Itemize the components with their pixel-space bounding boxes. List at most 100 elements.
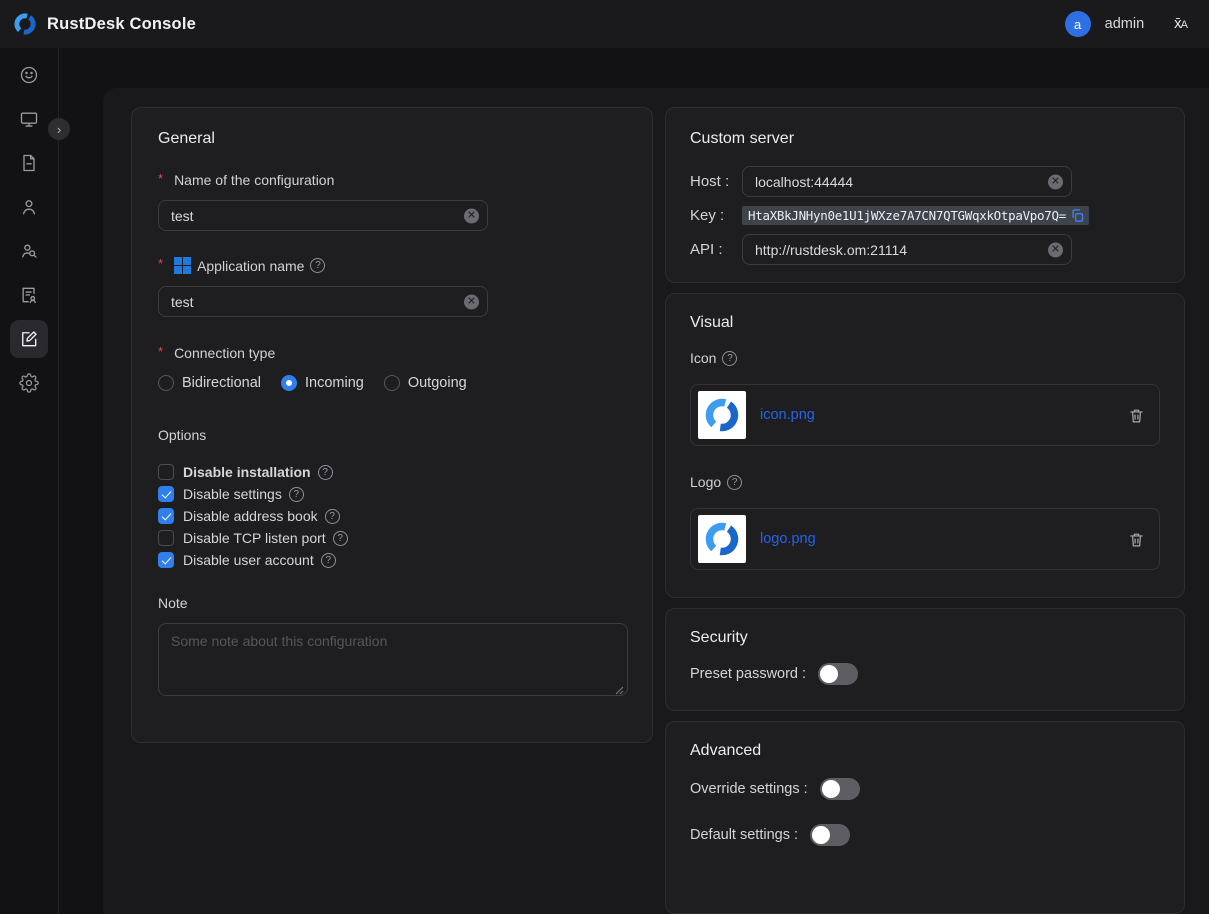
help-icon[interactable]: ?	[289, 487, 304, 502]
checkbox-box	[158, 464, 174, 480]
checkbox-disable-address-book[interactable]: Disable address book ?	[158, 505, 626, 527]
icon-label: Icon ?	[690, 350, 1160, 366]
help-icon[interactable]: ?	[318, 465, 333, 480]
translate-icon[interactable]: x̄A	[1174, 15, 1187, 33]
avatar[interactable]: a	[1065, 11, 1091, 37]
note-textarea[interactable]	[158, 623, 628, 696]
radio-circle	[281, 375, 297, 391]
trash-icon[interactable]	[1128, 531, 1145, 548]
rustdesk-logo	[12, 11, 38, 37]
help-icon[interactable]: ?	[727, 475, 742, 490]
key-value-chip: HtaXBkJNHyn0e1U1jWXze7A7CN7QTGWqxkOtpaVp…	[742, 206, 1089, 225]
clear-icon[interactable]: ✕	[1048, 242, 1063, 257]
help-icon[interactable]: ?	[325, 509, 340, 524]
application-name-input[interactable]	[158, 286, 488, 317]
clear-icon[interactable]: ✕	[464, 294, 479, 309]
clear-icon[interactable]: ✕	[464, 208, 479, 223]
application-name-label: Application name ?	[158, 257, 626, 274]
checkbox-box	[158, 486, 174, 502]
icon-file-link[interactable]: icon.png	[760, 407, 1114, 423]
sidebar-item-groups[interactable]	[10, 232, 48, 270]
advanced-card: Advanced Override settings : Default set…	[665, 721, 1185, 914]
radio-incoming[interactable]: Incoming	[281, 375, 364, 391]
checkbox-box	[158, 530, 174, 546]
config-name-label: Name of the configuration	[158, 172, 626, 188]
radio-circle	[158, 375, 174, 391]
sidebar-item-custom-clients[interactable]	[10, 320, 48, 358]
checkbox-disable-tcp-listen-port[interactable]: Disable TCP listen port ?	[158, 527, 626, 549]
copy-icon[interactable]	[1070, 208, 1085, 223]
visual-card: Visual Icon ? icon.png	[665, 293, 1185, 598]
sidebar-expand-button[interactable]: ›	[48, 118, 70, 140]
host-input[interactable]	[742, 166, 1072, 197]
override-settings-toggle[interactable]	[820, 778, 860, 800]
help-icon[interactable]: ?	[310, 258, 325, 273]
rustdesk-logo	[702, 395, 742, 435]
sidebar-item-settings[interactable]	[10, 364, 48, 402]
user-search-icon	[19, 241, 39, 261]
logo-upload-row: logo.png	[690, 508, 1160, 570]
sidebar-item-dashboard[interactable]	[10, 56, 48, 94]
checkbox-disable-installation[interactable]: Disable installation ?	[158, 461, 626, 483]
checkbox-disable-user-account[interactable]: Disable user account ?	[158, 549, 626, 571]
sidebar-item-users[interactable]	[10, 188, 48, 226]
security-card: Security Preset password :	[665, 608, 1185, 712]
windows-icon	[174, 257, 191, 274]
checkbox-box	[158, 552, 174, 568]
default-settings-toggle[interactable]	[810, 824, 850, 846]
clear-icon[interactable]: ✕	[1048, 174, 1063, 189]
sidebar-item-sessions[interactable]	[10, 144, 48, 182]
security-title: Security	[690, 629, 1160, 647]
checkbox-disable-settings[interactable]: Disable settings ?	[158, 483, 626, 505]
username[interactable]: admin	[1105, 16, 1145, 32]
options-label: Options	[158, 427, 626, 443]
key-label: Key :	[690, 207, 742, 224]
document-icon	[19, 153, 39, 173]
sidebar-item-audit[interactable]	[10, 276, 48, 314]
logo-label: Logo ?	[690, 474, 1160, 490]
monitor-icon	[19, 109, 39, 129]
connection-type-group: Bidirectional Incoming Outgoing	[158, 375, 626, 391]
app-header: RustDesk Console a admin x̄A	[0, 0, 1209, 48]
sidebar	[0, 48, 59, 914]
chevron-right-icon: ›	[57, 122, 61, 137]
checkbox-box	[158, 508, 174, 524]
advanced-title: Advanced	[690, 742, 1160, 760]
main-content: General Name of the configuration ✕ Appl…	[59, 48, 1209, 914]
help-icon[interactable]: ?	[722, 351, 737, 366]
icon-preview	[698, 391, 746, 439]
help-icon[interactable]: ?	[333, 531, 348, 546]
radio-circle	[384, 375, 400, 391]
radio-outgoing[interactable]: Outgoing	[384, 375, 467, 391]
user-icon	[19, 197, 39, 217]
api-input[interactable]	[742, 234, 1072, 265]
resize-grip-icon[interactable]	[615, 686, 624, 695]
general-title: General	[158, 130, 626, 148]
smiley-icon	[19, 65, 39, 85]
config-name-input[interactable]	[158, 200, 488, 231]
custom-server-card: Custom server Host : ✕ Key : HtaXBkJNHyn…	[665, 107, 1185, 283]
help-icon[interactable]: ?	[321, 553, 336, 568]
app-title: RustDesk Console	[47, 15, 196, 34]
icon-upload-row: icon.png	[690, 384, 1160, 446]
options-list: Disable installation ? Disable settings …	[158, 461, 626, 571]
custom-server-title: Custom server	[690, 130, 1160, 148]
gear-icon	[19, 373, 39, 393]
key-value: HtaXBkJNHyn0e1U1jWXze7A7CN7QTGWqxkOtpaVp…	[748, 208, 1066, 223]
api-label: API :	[690, 241, 742, 258]
brand: RustDesk Console	[12, 11, 196, 37]
override-settings-label: Override settings :	[690, 781, 808, 797]
host-label: Host :	[690, 173, 742, 190]
logo-file-link[interactable]: logo.png	[760, 531, 1114, 547]
trash-icon[interactable]	[1128, 407, 1145, 424]
connection-type-label: Connection type	[158, 345, 626, 361]
note-label: Note	[158, 595, 626, 611]
visual-title: Visual	[690, 314, 1160, 332]
preset-password-label: Preset password :	[690, 666, 806, 682]
logo-preview	[698, 515, 746, 563]
sidebar-item-devices[interactable]	[10, 100, 48, 138]
general-card: General Name of the configuration ✕ Appl…	[131, 107, 653, 743]
radio-bidirectional[interactable]: Bidirectional	[158, 375, 261, 391]
preset-password-toggle[interactable]	[818, 663, 858, 685]
audit-log-icon	[19, 285, 39, 305]
